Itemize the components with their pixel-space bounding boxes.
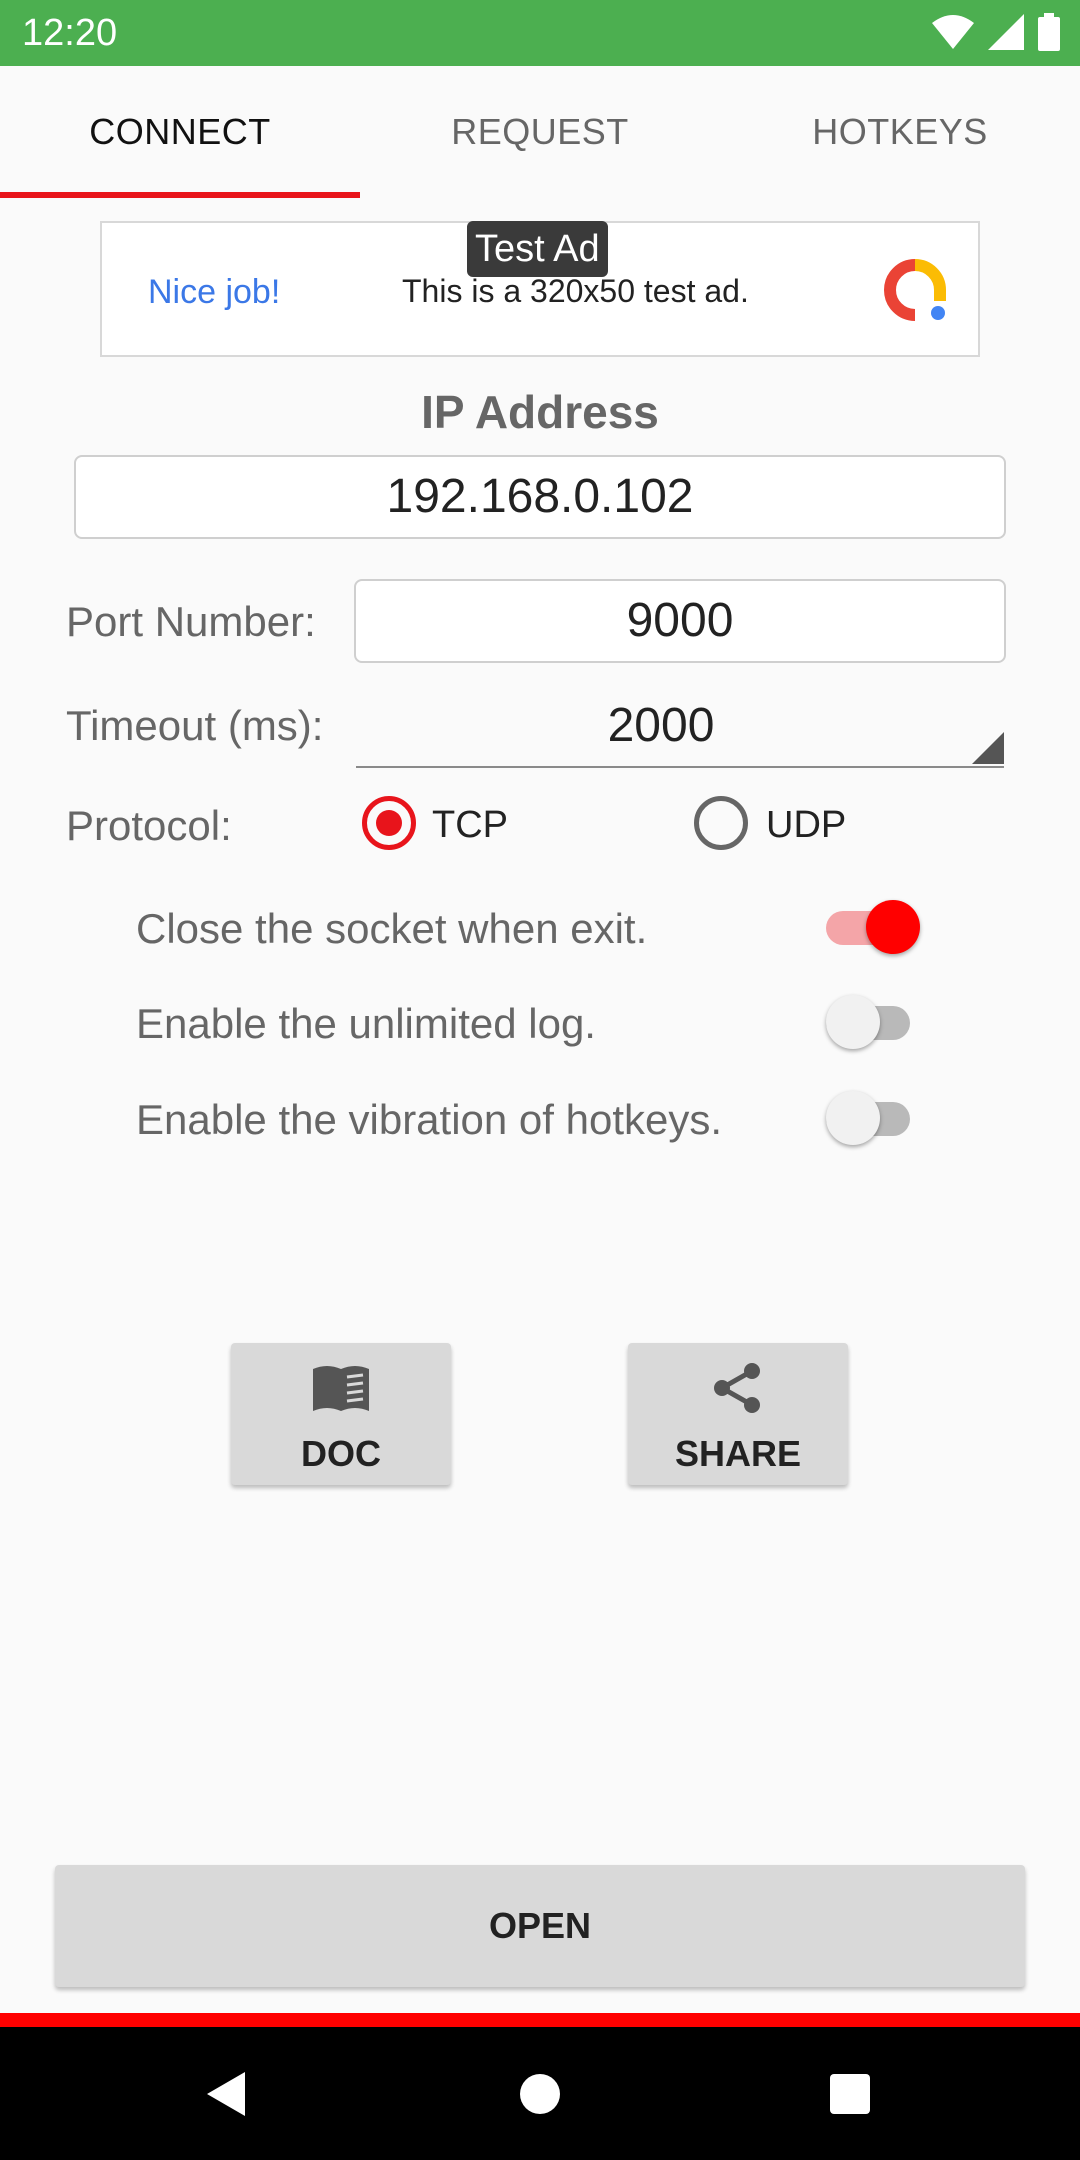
tab-hotkeys[interactable]: HOTKEYS (720, 66, 1080, 198)
ip-address-title: IP Address (421, 386, 659, 438)
unlimited-log-switch[interactable] (826, 991, 916, 1051)
ad-label: Test Ad (467, 221, 608, 277)
udp-radio[interactable] (694, 796, 748, 850)
switch-thumb (866, 900, 920, 954)
tab-bar: CONNECT REQUEST HOTKEYS (0, 66, 1080, 198)
doc-button-label: DOC (301, 1433, 381, 1474)
hotkey-vibration-switch[interactable] (826, 1087, 916, 1147)
battery-icon (1038, 13, 1060, 51)
share-button[interactable]: SHARE (628, 1343, 848, 1485)
timeout-label: Timeout (ms): (66, 702, 324, 749)
port-number-label: Port Number: (66, 598, 316, 645)
tab-request[interactable]: REQUEST (360, 66, 720, 198)
wifi-icon (932, 15, 974, 49)
status-bar: 12:20 (0, 0, 1080, 66)
doc-button[interactable]: DOC (231, 1343, 451, 1485)
hotkey-vibration-label: Enable the vibration of hotkeys. (136, 1096, 723, 1143)
navigation-bar (0, 2027, 1080, 2160)
recent-apps-icon[interactable] (790, 2027, 910, 2160)
tcp-radio[interactable] (362, 796, 416, 850)
tab-indicator (0, 192, 360, 198)
open-button[interactable]: OPEN (55, 1865, 1025, 1987)
protocol-label: Protocol: (66, 802, 232, 849)
bottom-accent-strip (0, 2013, 1080, 2027)
ad-text: This is a 320x50 test ad. (402, 273, 749, 309)
status-time: 12:20 (22, 12, 118, 54)
switch-thumb (826, 1091, 880, 1145)
ad-logo-icon (884, 259, 946, 321)
udp-radio-label[interactable]: UDP (766, 804, 846, 847)
ad-headline: Nice job! (148, 273, 281, 311)
switch-thumb (826, 995, 880, 1049)
home-icon[interactable] (480, 2027, 600, 2160)
tcp-radio-label[interactable]: TCP (432, 804, 508, 847)
port-number-input[interactable]: 9000 (354, 579, 1006, 663)
timeout-dropdown[interactable]: 2000 (356, 688, 1004, 768)
dropdown-arrow-icon (972, 732, 1004, 764)
share-icon (714, 1363, 760, 1413)
back-icon[interactable] (165, 2027, 285, 2160)
cellular-signal-icon (988, 14, 1024, 50)
timeout-value: 2000 (607, 699, 715, 752)
book-icon (313, 1366, 369, 1411)
unlimited-log-label: Enable the unlimited log. (136, 1000, 596, 1047)
close-socket-switch[interactable] (826, 896, 920, 956)
tab-connect[interactable]: CONNECT (0, 66, 360, 198)
status-icons (932, 12, 1060, 52)
ip-address-input[interactable]: 192.168.0.102 (74, 455, 1006, 539)
ad-banner[interactable]: Nice job! This is a 320x50 test ad. Test… (100, 221, 980, 357)
close-socket-label: Close the socket when exit. (136, 905, 648, 952)
share-button-label: SHARE (674, 1433, 802, 1474)
